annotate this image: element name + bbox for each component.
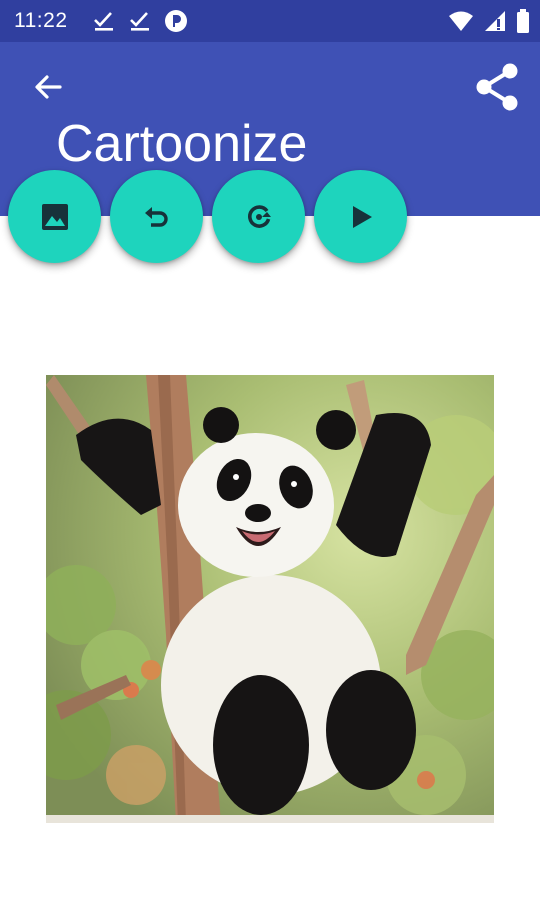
check-download-icon (128, 9, 152, 33)
cartoonized-panda-image (46, 375, 494, 823)
run-button[interactable] (314, 170, 407, 263)
play-icon (345, 201, 377, 233)
pick-image-button[interactable] (8, 170, 101, 263)
page-title: Cartoonize (56, 115, 308, 173)
share-icon (475, 63, 519, 116)
undo-icon (141, 201, 173, 233)
cellular-signal-icon (484, 10, 506, 32)
status-system-icons (448, 9, 530, 33)
arrow-back-icon (32, 71, 64, 108)
app-notification-icon (164, 9, 188, 33)
redo-icon (243, 201, 275, 233)
battery-icon (516, 9, 530, 33)
redo-button[interactable] (212, 170, 305, 263)
status-bar: 11:22 (0, 0, 540, 42)
undo-button[interactable] (110, 170, 203, 263)
action-buttons (8, 170, 407, 263)
status-time: 11:22 (14, 9, 68, 32)
back-button[interactable] (24, 68, 72, 110)
share-button[interactable] (470, 62, 524, 116)
status-notification-icons (92, 9, 188, 33)
wifi-icon (448, 10, 474, 32)
check-download-icon (92, 9, 116, 33)
image-icon (39, 201, 71, 233)
